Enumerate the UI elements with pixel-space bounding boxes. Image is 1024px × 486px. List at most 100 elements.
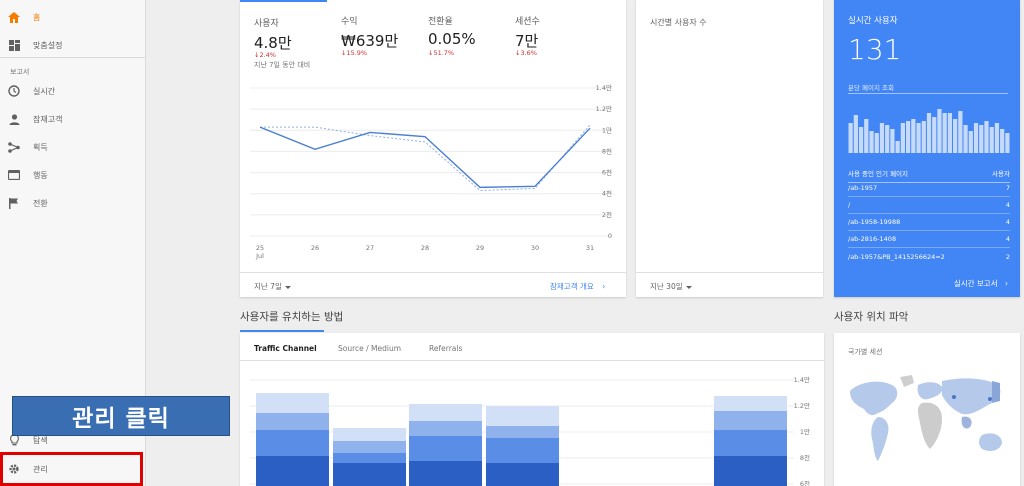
nav-home[interactable]: 홈 (0, 3, 146, 31)
nav-audience[interactable]: 잠재고객 (0, 105, 146, 133)
y-tick-label: 0 (608, 232, 612, 240)
person-icon (8, 113, 20, 125)
pageviews-bar-chart (848, 109, 1010, 153)
top-page-row[interactable]: /ab-1958-19988 4 (848, 214, 1010, 231)
stacked-bar-segment (714, 411, 787, 430)
stacked-bar-segment (333, 441, 406, 453)
pageview-bar (848, 123, 853, 153)
top-page-row[interactable]: /ab-1957&PB_1415256624=2 2 (848, 248, 1010, 265)
metric-label: 사용자 (254, 19, 279, 29)
realtime-report-link[interactable]: 실시간 보고서 › (954, 278, 1008, 289)
chevron-right-icon: › (1005, 279, 1008, 288)
behavior-icon (8, 169, 20, 181)
stacked-bar-segment (409, 436, 482, 461)
stacked-bar-segment (714, 396, 787, 411)
y-tick-label: 1.4만 (596, 83, 612, 92)
top-pages-col-label: 사용 중인 인기 페이지 (848, 170, 909, 178)
tab-referrals[interactable]: Referrals (429, 344, 462, 353)
traffic-channel-stacked-chart: 1.4만 1.2만 1만 8천 6천 (250, 375, 810, 486)
pageview-bar (942, 113, 947, 153)
nav-home-label: 홈 (33, 12, 41, 22)
metric-revenue[interactable]: 수익 ₩639만 ↓15.9% (327, 0, 414, 72)
world-map (850, 375, 1002, 461)
stacked-bar-segment (333, 463, 406, 486)
section-underline (240, 330, 324, 332)
y-tick-label: 1.2만 (596, 104, 612, 113)
acquisition-icon (8, 141, 20, 153)
y-tick-label: 2천 (602, 210, 612, 219)
pageview-bar (979, 125, 984, 153)
metric-value: 7만 (515, 32, 539, 50)
y-tick-label: 6천 (602, 168, 612, 177)
user-location-title: 사용자 위치 파악 (834, 311, 909, 323)
y-tick-label: 1만 (602, 125, 612, 134)
date-range-dropdown[interactable]: 지난 30일 (650, 281, 692, 292)
pageview-bar (879, 123, 885, 153)
pageview-bar (869, 131, 874, 153)
pageview-bar (885, 125, 890, 153)
y-tick-label: 1.2만 (794, 401, 810, 410)
x-tick-label: 29 (476, 244, 484, 252)
top-page-row[interactable]: /ab-2816-1408 4 (848, 231, 1010, 248)
nav-audience-label: 잠재고객 (33, 114, 63, 124)
y-tick-label: 4천 (602, 189, 612, 198)
metric-label: 수익 (341, 17, 358, 27)
audience-overview-card: 사용자 4.8만 ↓2.4% 수익 ₩639만 ↓15.9% 전환율 0.05%… (240, 0, 626, 297)
pageview-bar (1000, 129, 1005, 153)
users-line-chart: 1.4만 1.2만 1만 8천 6천 4천 2천 0 25 26 27 28 29 30 31 Jul (250, 83, 612, 260)
click-admin-banner: 관리 클릭 (12, 396, 230, 436)
stacked-bar-segment (409, 421, 482, 436)
pageview-bar (858, 127, 864, 153)
home-icon (8, 11, 20, 23)
tab-traffic-channel[interactable]: Traffic Channel (254, 344, 317, 353)
date-range-dropdown[interactable]: 지난 7일 (254, 281, 291, 292)
user-location-card: 국가별 세션 (834, 333, 1020, 486)
nav-discover-label: 탐색 (33, 435, 48, 445)
metric-change: ↓2.4% (254, 51, 276, 59)
x-tick-label: 31 (586, 244, 594, 252)
stacked-bar-segment (486, 463, 559, 486)
top-page-row[interactable]: /4 (848, 197, 1010, 214)
metric-value: ₩639만 (341, 32, 399, 50)
nav-custom[interactable]: 맞춤설정 (0, 31, 146, 59)
pageview-bar (905, 121, 911, 153)
nav-acquisition[interactable]: 획득 (0, 133, 146, 161)
admin-highlight-box (0, 452, 143, 486)
nav-conversions-label: 전환 (33, 198, 48, 208)
pageview-bar (932, 117, 937, 153)
nav-behavior[interactable]: 행동 (0, 161, 146, 189)
tab-source-medium[interactable]: Source / Medium (338, 344, 401, 353)
nav-behavior-label: 행동 (33, 170, 48, 180)
x-tick-label: 30 (531, 244, 539, 252)
audience-overview-link[interactable]: 잠재고객 개요 › (550, 281, 605, 292)
stacked-bar-segment (256, 413, 329, 430)
stacked-bar-segment (714, 430, 787, 456)
retain-users-title: 사용자를 유치하는 방법 (240, 311, 344, 323)
pageview-bar (953, 119, 958, 153)
pageview-bar (900, 123, 905, 153)
stacked-bar-segment (333, 453, 406, 463)
metric-conversion-rate[interactable]: 전환율 0.05% ↓51.7% (414, 0, 501, 72)
chevron-right-icon: › (602, 282, 606, 291)
x-tick-label: 26 (311, 244, 319, 252)
pageview-bar (984, 121, 989, 153)
divider (240, 272, 626, 273)
stacked-bar-segment (256, 393, 329, 413)
nav-realtime[interactable]: 실시간 (0, 77, 146, 105)
pageview-bar (895, 141, 900, 153)
retain-users-card: Traffic Channel Source / Medium Referral… (240, 333, 824, 486)
nav-conversions[interactable]: 전환 (0, 189, 146, 217)
realtime-count: 131 (848, 33, 902, 66)
metric-label: 세션수 (515, 17, 540, 27)
pageview-bar (916, 123, 921, 153)
sessions-by-country-label: 국가별 세션 (848, 348, 883, 356)
metric-sessions[interactable]: 세션수 7만 ↓3.6% (501, 0, 588, 72)
y-tick-label: 6천 (800, 479, 810, 486)
top-page-row[interactable]: /ab-1957 7 (848, 180, 1010, 197)
pageview-bar (937, 109, 942, 153)
x-tick-label: 28 (421, 244, 429, 252)
pageview-bar (989, 127, 994, 153)
card-title: 시간별 사용자 수 (650, 18, 707, 27)
stacked-bar-segment (333, 428, 406, 441)
metric-value: 4.8만 (254, 34, 292, 52)
